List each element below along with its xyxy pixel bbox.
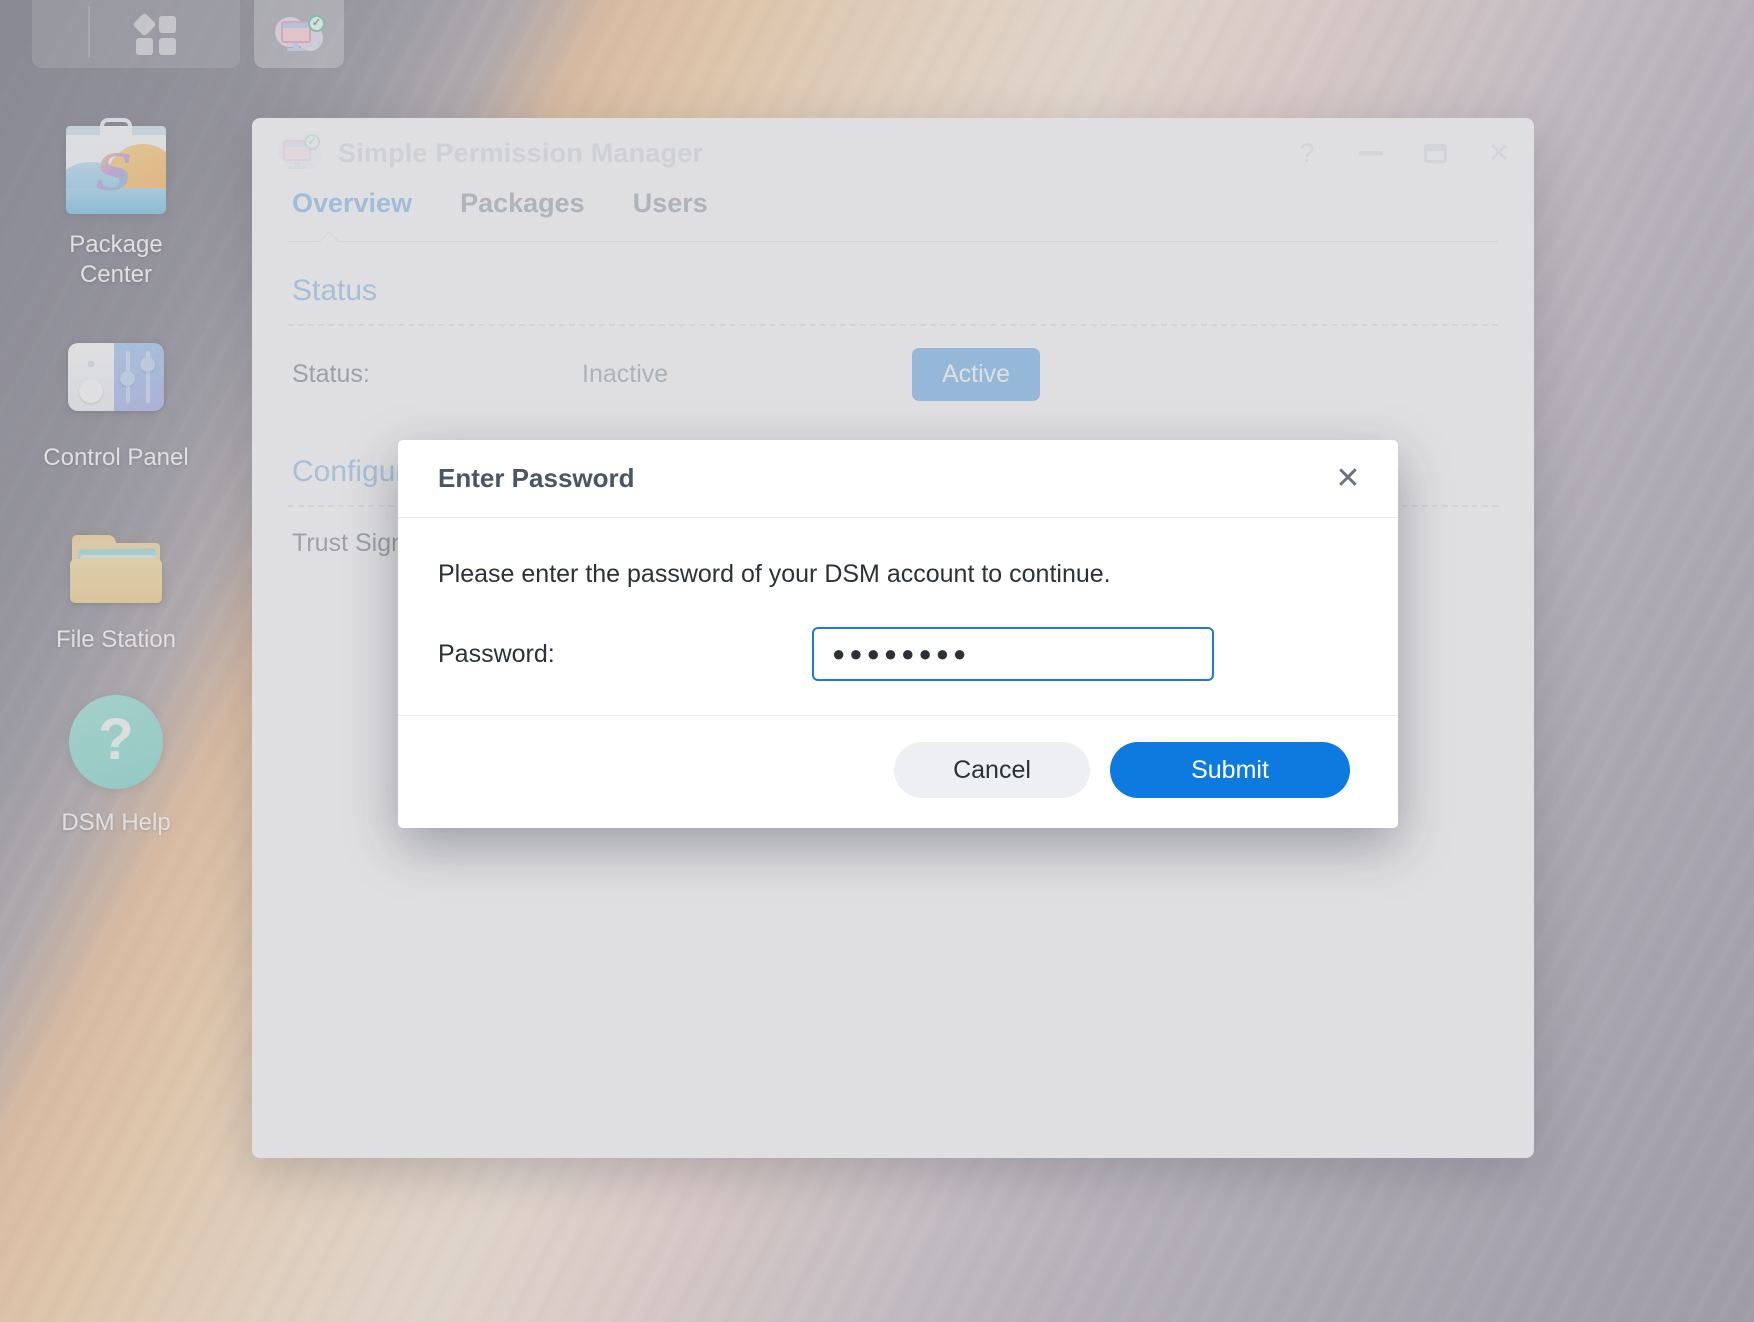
dialog-footer: Cancel Submit: [398, 715, 1398, 828]
dialog-title: Enter Password: [438, 463, 635, 493]
password-label: Password:: [438, 639, 555, 668]
dialog-description: Please enter the password of your DSM ac…: [438, 560, 1111, 588]
password-row: Password:: [438, 627, 1358, 681]
modal-layer: Enter Password ✕ Please enter the passwo…: [0, 0, 1754, 1322]
enter-password-dialog: Enter Password ✕ Please enter the passwo…: [398, 440, 1398, 828]
password-input[interactable]: [812, 627, 1214, 681]
dialog-header: Enter Password ✕: [398, 440, 1398, 518]
desktop: ✓ S Package Center Control Panel File St…: [0, 0, 1754, 1322]
close-icon[interactable]: ✕: [1326, 457, 1370, 501]
cancel-button[interactable]: Cancel: [894, 742, 1090, 798]
submit-button[interactable]: Submit: [1110, 742, 1350, 798]
dialog-body: Please enter the password of your DSM ac…: [398, 518, 1398, 715]
